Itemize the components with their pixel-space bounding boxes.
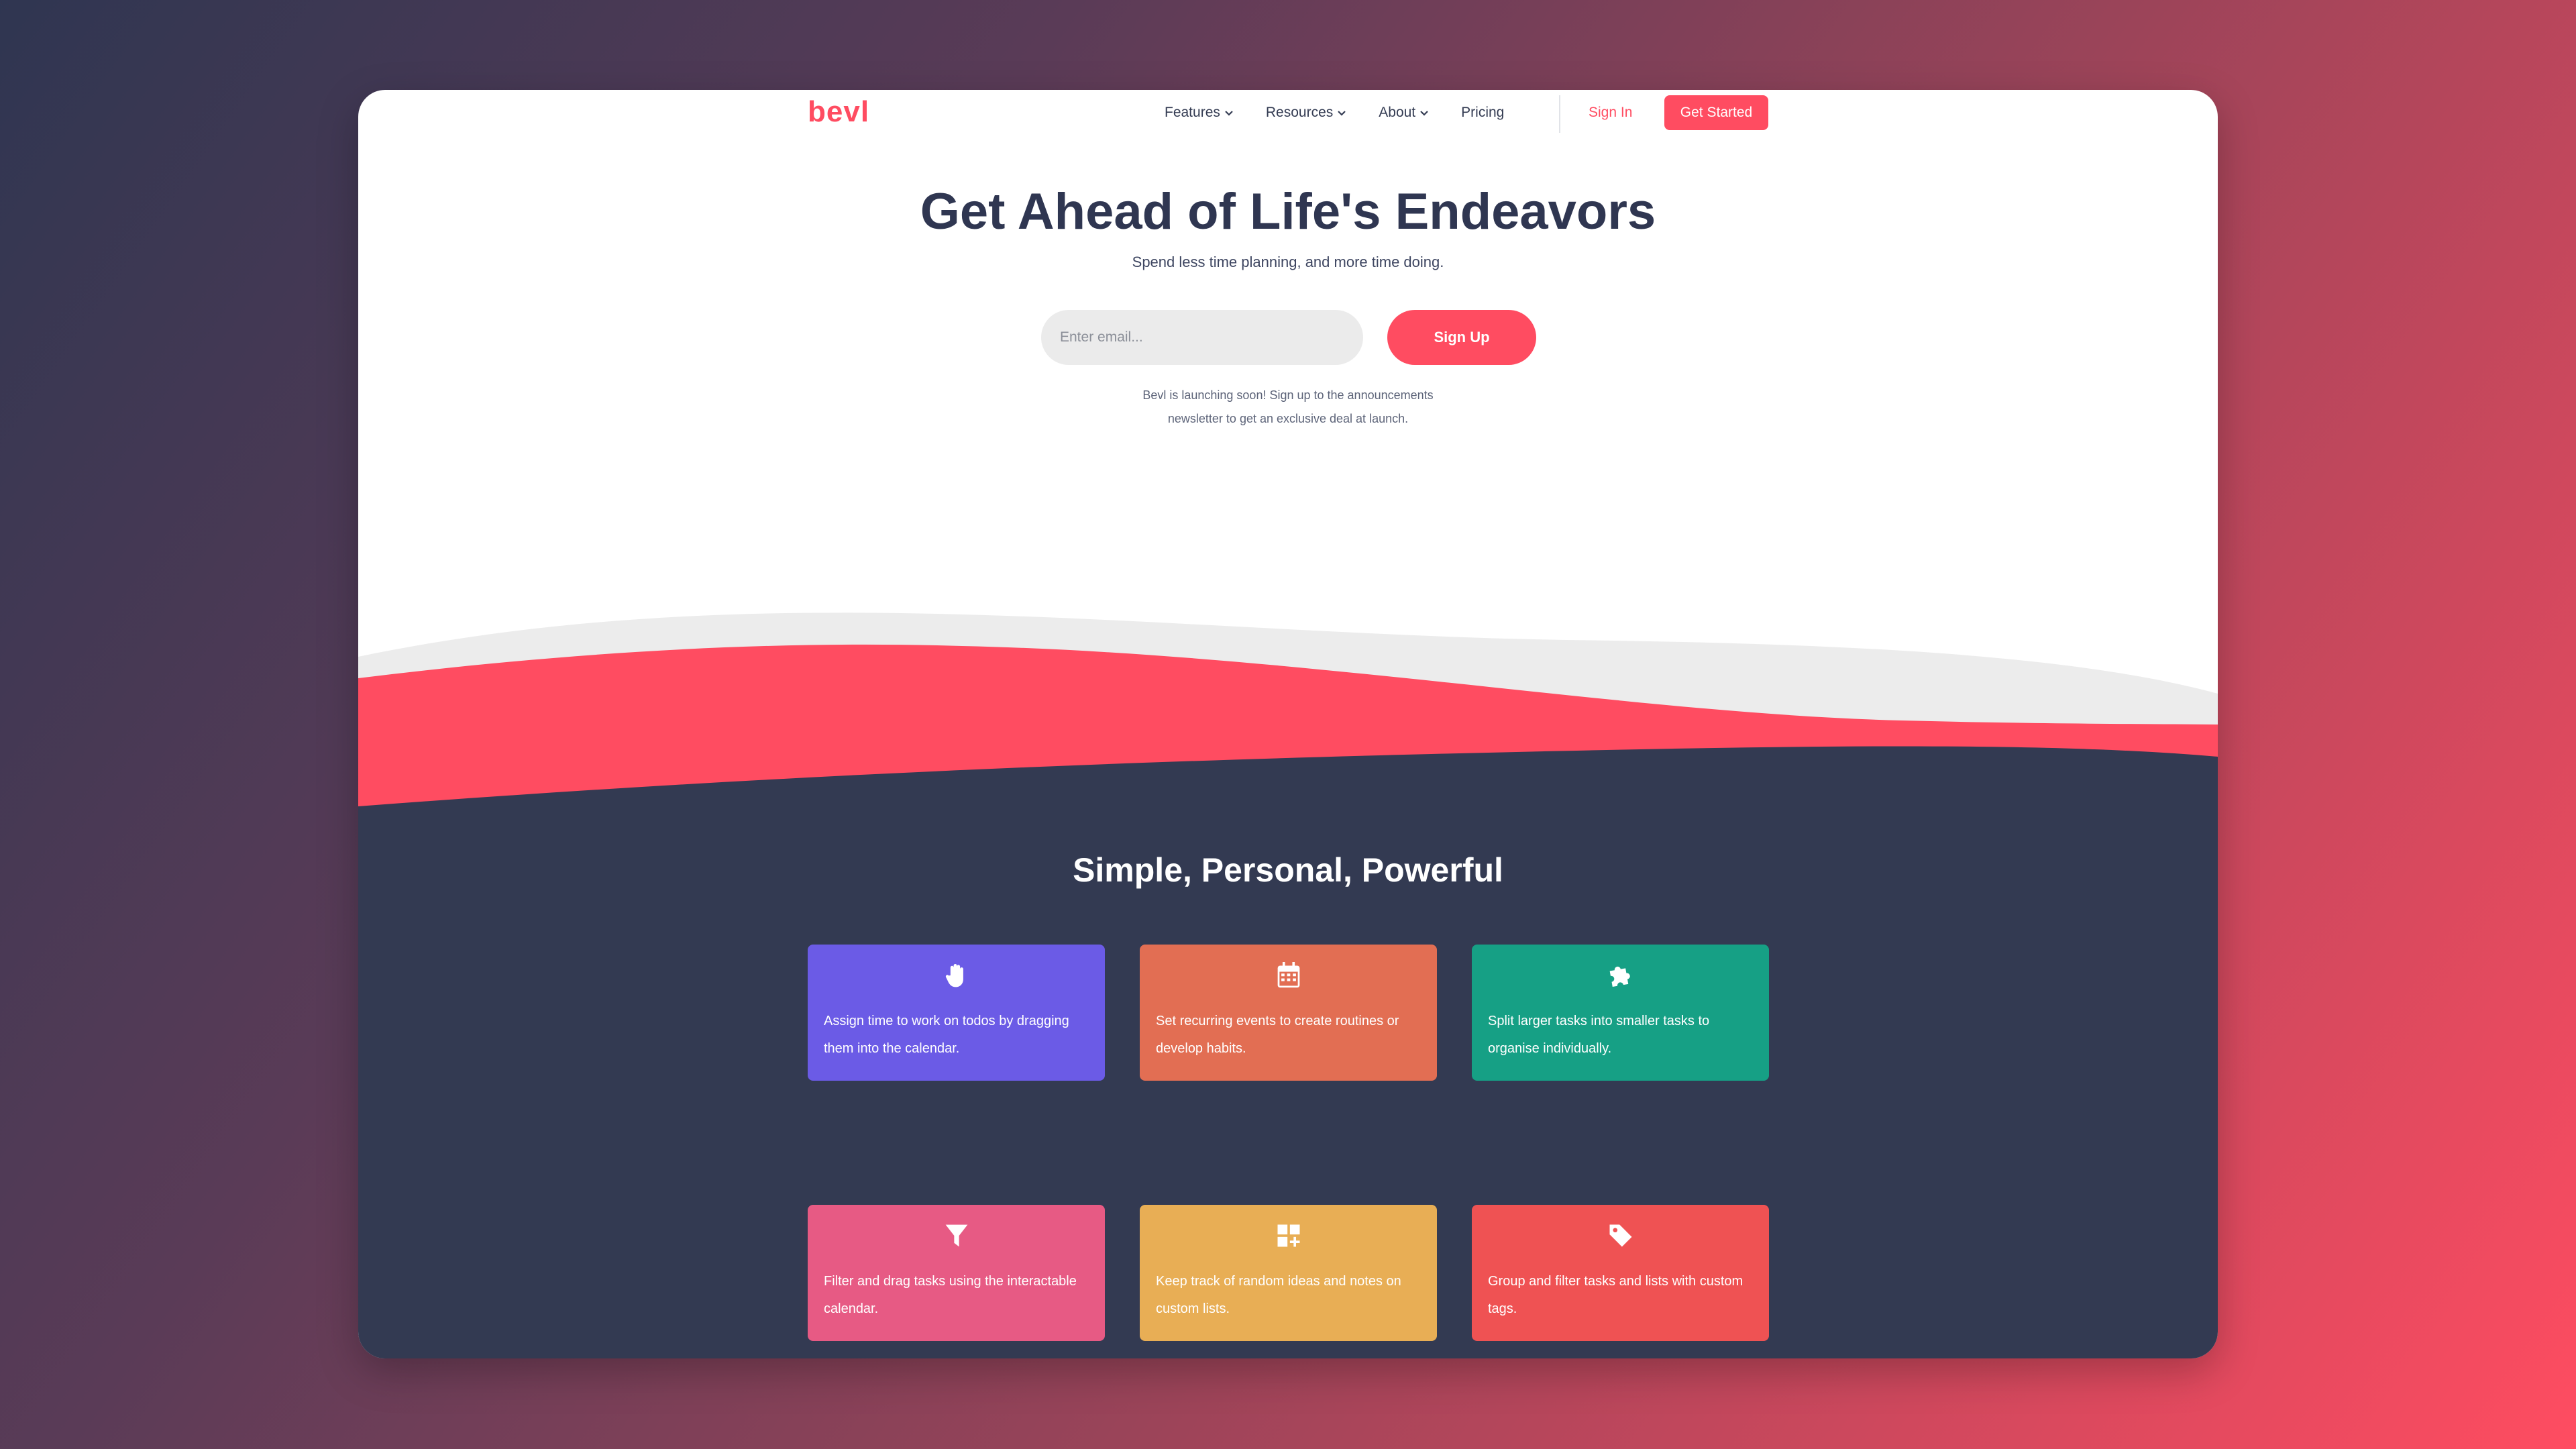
nav-item-label: Features xyxy=(1165,105,1220,120)
nav-item-label: Resources xyxy=(1265,105,1334,120)
browser-frame: bevl Features Resources About Pricing Si… xyxy=(358,90,2218,1358)
feature-card-split: Split larger tasks into smaller tasks to… xyxy=(1472,945,1769,1081)
nav-item-label: About xyxy=(1379,105,1416,120)
filter-icon xyxy=(808,1221,1105,1250)
feature-card-recurring: Set recurring events to create routines … xyxy=(1140,945,1437,1081)
launch-note-line: newsletter to get an exclusive deal at l… xyxy=(1167,412,1409,425)
wave-divider xyxy=(358,612,2218,828)
feature-card-text: Split larger tasks into smaller tasks to… xyxy=(1488,1014,1710,1056)
feature-card-text: Set recurring events to create routines … xyxy=(1156,1014,1399,1056)
chevron-down-icon xyxy=(1420,111,1428,116)
hand-icon xyxy=(808,961,1105,990)
feature-card-text: Group and filter tasks and lists with cu… xyxy=(1488,1274,1743,1316)
sign-in-link[interactable]: Sign In xyxy=(1589,105,1632,121)
nav-item-features[interactable]: Features xyxy=(1165,105,1234,121)
nav-item-pricing[interactable]: Pricing xyxy=(1461,105,1504,121)
hero-title: Get Ahead of Life's Endeavors xyxy=(920,183,1656,240)
calendar-icon xyxy=(1140,961,1437,990)
chevron-down-icon xyxy=(1225,111,1233,116)
launch-note-line: Bevl is launching soon! Sign up to the a… xyxy=(1142,388,1434,402)
puzzle-icon xyxy=(1472,961,1769,990)
grid-plus-icon xyxy=(1140,1221,1437,1250)
feature-card-tags: Group and filter tasks and lists with cu… xyxy=(1472,1205,1769,1341)
feature-card-lists: Keep track of random ideas and notes on … xyxy=(1140,1205,1437,1341)
hero-subtitle: Spend less time planning, and more time … xyxy=(1132,254,1444,270)
nav-divider xyxy=(1559,95,1560,133)
tag-icon xyxy=(1472,1221,1769,1250)
feature-card-filter: Filter and drag tasks using the interact… xyxy=(808,1205,1105,1341)
nav-item-resources[interactable]: Resources xyxy=(1266,105,1346,121)
get-started-button[interactable]: Get Started xyxy=(1664,95,1768,130)
feature-card-text: Filter and drag tasks using the interact… xyxy=(824,1274,1077,1316)
nav-links: Features Resources About Pricing xyxy=(1165,105,1536,121)
features-title: Simple, Personal, Powerful xyxy=(1073,851,1503,889)
email-input[interactable] xyxy=(1041,310,1363,365)
nav-item-label: Pricing xyxy=(1461,105,1505,120)
nav-item-about[interactable]: About xyxy=(1379,105,1429,121)
feature-card-assign: Assign time to work on todos by dragging… xyxy=(808,945,1105,1081)
feature-card-text: Keep track of random ideas and notes on … xyxy=(1156,1274,1401,1316)
logo[interactable]: bevl xyxy=(808,95,869,129)
feature-card-text: Assign time to work on todos by dragging… xyxy=(824,1014,1069,1056)
sign-up-button[interactable]: Sign Up xyxy=(1387,310,1536,365)
top-nav: bevl Features Resources About Pricing Si… xyxy=(358,90,2218,137)
launch-note: Bevl is launching soon! Sign up to the a… xyxy=(358,384,2218,431)
chevron-down-icon xyxy=(1338,111,1346,116)
